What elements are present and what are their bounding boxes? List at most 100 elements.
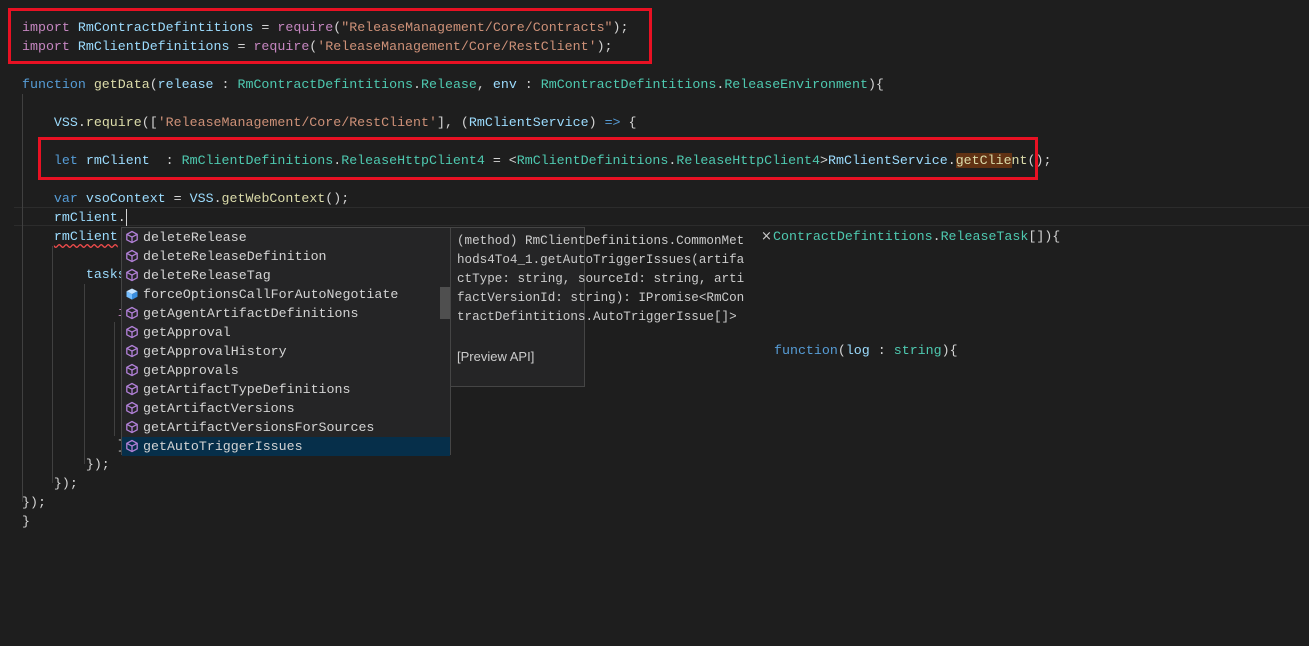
code-fragment-release-task: ContractDefintitions.ReleaseTask[]){ [773,227,1060,246]
code-token: rmClient [53,210,118,225]
method-icon [125,363,139,377]
code-token: tasks [85,267,126,282]
suggestion-item[interactable]: deleteRelease [122,228,450,247]
suggestion-item[interactable]: getArtifactTypeDefinitions [122,380,450,399]
suggestion-label: deleteRelease [143,230,247,245]
code-token: ( [149,77,158,92]
preview-api-note: [Preview API] [457,349,535,364]
suggestion-details: (method) RmClientDefinitions.CommonMet ho… [451,227,745,387]
method-icon [125,420,139,434]
code-token: []){ [1028,229,1061,244]
suggestion-label: getArtifactVersions [143,401,295,416]
close-details-icon[interactable]: × [761,229,772,244]
code-token: = [165,191,190,206]
code-token: ContractDefintitions [773,229,933,244]
code-token: }); [22,495,46,510]
suggestion-scrollbar[interactable] [440,287,450,319]
code-token: } [22,438,126,453]
code-token: env [492,77,517,92]
code-token: ) [588,115,605,130]
suggestion-item[interactable]: getApprovalHistory [122,342,450,361]
code-token: function [774,343,838,358]
code-line[interactable]: }); [22,474,1051,493]
signature-line: factVersionId: string): IPromise<RmCon [457,291,745,305]
code-line[interactable]: function getData(release : RmContractDef… [22,75,1051,94]
highlight-box-rmclient [38,137,1038,180]
code-token: log [845,343,870,358]
method-icon [125,268,139,282]
suggestion-label: getApprovals [143,363,239,378]
code-token: VSS [53,115,78,130]
method-icon [125,325,139,339]
code-token: : [516,77,541,92]
suggestion-item[interactable]: getAgentArtifactDefinitions [122,304,450,323]
code-line[interactable]: }); [22,493,1051,512]
code-token: RmClientService [468,115,589,130]
suggestion-item[interactable]: getApproval [122,323,450,342]
code-token: . [932,229,941,244]
method-icon [125,401,139,415]
code-token: { [620,115,637,130]
suggestion-item[interactable]: getAutoTriggerIssues [122,437,450,456]
suggestion-label: getApproval [143,325,231,340]
code-token: ], ( [436,115,469,130]
code-token: ReleaseEnvironment [724,77,868,92]
suggestion-label: forceOptionsCallForAutoNegotiate [143,287,399,302]
code-token: Release [421,77,477,92]
suggestion-item[interactable]: deleteReleaseTag [122,266,450,285]
code-token: . [213,191,222,206]
code-fragment-log-function: function(log : string){ [774,341,958,360]
method-icon [125,306,139,320]
suggestion-item[interactable]: getApprovals [122,361,450,380]
suggestion-widget[interactable]: deleteRelease deleteReleaseDefinition dele… [121,227,451,456]
suggestion-label: getAgentArtifactDefinitions [143,306,359,321]
code-token: ){ [867,77,884,92]
method-icon [125,230,139,244]
suggestion-item[interactable]: forceOptionsCallForAutoNegotiate [122,285,450,304]
suggestion-item[interactable]: getArtifactVersionsForSources [122,418,450,437]
code-line[interactable]: VSS.require(['ReleaseManagement/Core/Res… [22,113,1051,132]
code-token: (); [325,191,350,206]
code-token: , [476,77,493,92]
code-line[interactable]: rmClient. [22,208,1051,227]
code-token: release [157,77,214,92]
code-token: RmContractDefintitions [237,77,414,92]
method-icon [125,249,139,263]
code-token: ( [837,343,846,358]
suggestion-item[interactable]: deleteReleaseDefinition [122,247,450,266]
code-line[interactable]: }); [22,455,1051,474]
code-token: . [77,115,86,130]
suggestion-label: deleteReleaseTag [143,268,271,283]
suggestion-item[interactable]: getArtifactVersions [122,399,450,418]
signature-line: hods4To4_1.getAutoTriggerIssues(artifa [457,253,745,267]
method-icon [125,344,139,358]
code-token: function [22,77,86,92]
code-token: ReleaseTask [940,229,1029,244]
code-token: VSS [189,191,214,206]
code-token: getWebContext [221,191,326,206]
code-token: . [117,210,126,225]
code-line[interactable] [22,94,1051,113]
code-token: }); [22,457,110,472]
code-token: : [869,343,894,358]
highlight-box-imports [8,8,652,64]
code-token: => [604,115,621,130]
code-line[interactable]: } [22,512,1051,531]
code-token: RmContractDefintitions [540,77,717,92]
code-line[interactable]: var vsoContext = VSS.getWebContext(); [22,189,1051,208]
code-token: } [22,514,30,529]
field-icon [125,287,139,301]
code-token: : [213,77,238,92]
code-token: }); [22,476,78,491]
code-token: ([ [141,115,158,130]
code-token: ){ [941,343,958,358]
code-token: rmClient [53,229,118,244]
code-token: . [413,77,422,92]
suggestion-label: getArtifactTypeDefinitions [143,382,351,397]
